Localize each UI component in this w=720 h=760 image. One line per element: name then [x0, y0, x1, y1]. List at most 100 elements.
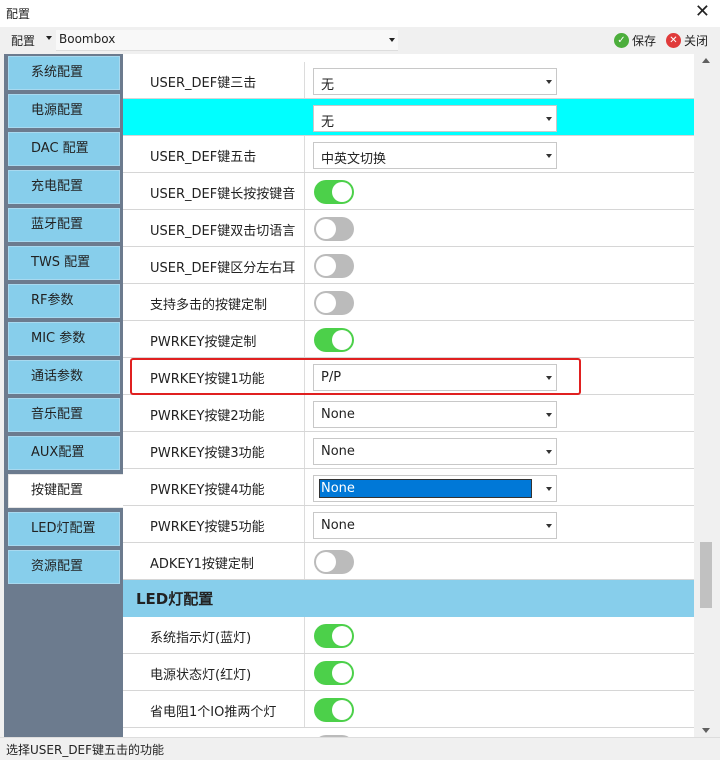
sidebar-item-label: MIC 参数 — [31, 331, 86, 346]
setting-toggle[interactable] — [314, 217, 354, 241]
combo-value: None — [321, 481, 355, 496]
sidebar-item-resources[interactable]: 资源配置 — [8, 550, 120, 584]
setting-label: PWRKEY按键4功能 — [150, 483, 265, 498]
setting-row: USER_DEF键长按按键音 — [123, 173, 694, 210]
toolbar: 配置 Boombox ✓ 保存 ✕ 关闭 — [0, 27, 720, 53]
sidebar-item-charge[interactable]: 充电配置 — [8, 170, 120, 204]
setting-label: PWRKEY按键定制 — [150, 335, 257, 350]
setting-combo[interactable]: None — [313, 512, 557, 539]
setting-row: USER_DEF键区分左右耳 — [123, 247, 694, 284]
setting-label: 省电阻1个IO推两个灯 — [150, 705, 277, 720]
setting-label: PWRKEY按键3功能 — [150, 446, 265, 461]
setting-label: 支持多击的按键定制 — [150, 298, 268, 313]
chevron-down-icon — [546, 524, 552, 528]
status-bar: 选择USER_DEF键五击的功能 — [0, 737, 720, 760]
combo-value: 无 — [321, 78, 335, 93]
setting-label: 电源状态灯(红灯) — [150, 668, 252, 683]
setting-row: PWRKEY按键定制 — [123, 321, 694, 358]
setting-row: 省电阻1个IO推两个灯 — [123, 691, 694, 728]
setting-row: 系统指示灯(蓝灯) — [123, 617, 694, 654]
save-label: 保存 — [632, 33, 657, 48]
setting-toggle[interactable] — [314, 180, 354, 204]
setting-toggle[interactable] — [314, 661, 354, 685]
sidebar-item-aux[interactable]: AUX配置 — [8, 436, 120, 470]
section-header-led: LED灯配置 — [123, 580, 694, 617]
setting-toggle[interactable] — [314, 624, 354, 648]
combo-value: 中英文切换 — [321, 152, 387, 167]
chevron-down-icon — [546, 80, 552, 84]
sidebar-item-label: 电源配置 — [31, 103, 84, 118]
setting-toggle[interactable] — [314, 328, 354, 352]
close-button[interactable]: ✕ 关闭 — [666, 30, 708, 50]
sidebar-item-rf[interactable]: RF参数 — [8, 284, 120, 318]
status-text: 选择USER_DEF键五击的功能 — [6, 743, 165, 757]
check-icon: ✓ — [614, 32, 629, 48]
chevron-down-icon — [546, 450, 552, 454]
chevron-down-icon — [546, 487, 552, 491]
combo-value: None — [321, 444, 355, 459]
config-menu-dropdown[interactable]: 配置 — [6, 30, 54, 50]
setting-label: USER_DEF键五击 — [150, 150, 257, 165]
sidebar-item-label: 资源配置 — [31, 559, 84, 574]
section-title: LED灯配置 — [136, 590, 214, 608]
highlight-callout — [130, 358, 581, 395]
setting-label: PWRKEY按键2功能 — [150, 409, 265, 424]
setting-combo[interactable]: 无 — [313, 68, 557, 95]
sidebar-item-dac[interactable]: DAC 配置 — [8, 132, 120, 166]
window-title: 配置 — [6, 7, 31, 21]
config-menu-label: 配置 — [11, 34, 36, 48]
setting-row: PWRKEY按键4功能 None — [123, 469, 694, 506]
setting-toggle[interactable] — [314, 698, 354, 722]
scroll-up-icon[interactable] — [702, 58, 710, 63]
scroll-down-icon[interactable] — [702, 728, 710, 733]
chevron-down-icon — [46, 36, 52, 40]
setting-row: PWRKEY按键5功能 None — [123, 506, 694, 543]
profile-value: Boombox — [59, 32, 116, 46]
close-icon: ✕ — [666, 32, 681, 48]
window-close-icon[interactable]: ✕ — [695, 2, 710, 22]
chevron-down-icon — [546, 413, 552, 417]
setting-toggle[interactable] — [314, 550, 354, 574]
sidebar-item-label: 充电配置 — [31, 179, 84, 194]
setting-combo[interactable]: 中英文切换 — [313, 142, 557, 169]
profile-dropdown[interactable]: Boombox — [56, 30, 398, 51]
sidebar-item-system[interactable]: 系统配置 — [8, 56, 120, 90]
setting-toggle[interactable] — [314, 291, 354, 315]
setting-label: PWRKEY按键5功能 — [150, 520, 265, 535]
settings-panel: USER_DEF键三击 无 无 USER_DEF键五击 中英文切换 USER_D… — [123, 54, 694, 737]
setting-combo[interactable]: 无 — [313, 105, 557, 132]
sidebar-item-led[interactable]: LED灯配置 — [8, 512, 120, 546]
sidebar-item-label: 系统配置 — [31, 65, 84, 80]
sidebar-item-label: LED灯配置 — [31, 521, 96, 536]
setting-label: USER_DEF键长按按键音 — [150, 187, 296, 202]
title-bar: 配置 ✕ — [0, 0, 720, 27]
setting-label: USER_DEF键区分左右耳 — [150, 261, 296, 276]
sidebar-item-bluetooth[interactable]: 蓝牙配置 — [8, 208, 120, 242]
setting-combo[interactable]: None — [313, 401, 557, 428]
sidebar-item-keys[interactable]: 按键配置 — [8, 474, 124, 508]
vertical-scrollbar[interactable] — [694, 54, 718, 737]
sidebar-item-call[interactable]: 通话参数 — [8, 360, 120, 394]
sidebar-item-power[interactable]: 电源配置 — [8, 94, 120, 128]
setting-combo-focused[interactable]: None — [313, 475, 557, 502]
chevron-down-icon — [546, 154, 552, 158]
setting-combo[interactable]: None — [313, 438, 557, 465]
setting-label: 系统指示灯(蓝灯) — [150, 631, 252, 646]
setting-label: USER_DEF键三击 — [150, 76, 257, 91]
sidebar: 系统配置 电源配置 DAC 配置 充电配置 蓝牙配置 TWS 配置 RF参数 M… — [4, 54, 124, 737]
save-button[interactable]: ✓ 保存 — [614, 30, 656, 50]
sidebar-item-label: RF参数 — [31, 293, 74, 308]
combo-value: None — [321, 518, 355, 533]
setting-label: USER_DEF键双击切语言 — [150, 224, 296, 239]
setting-toggle[interactable] — [314, 254, 354, 278]
scroll-thumb[interactable] — [700, 542, 712, 608]
sidebar-item-mic[interactable]: MIC 参数 — [8, 322, 120, 356]
setting-row: 支持多击的按键定制 — [123, 284, 694, 321]
sidebar-item-label: DAC 配置 — [31, 141, 89, 156]
setting-row-partial — [123, 728, 694, 737]
sidebar-item-tws[interactable]: TWS 配置 — [8, 246, 120, 280]
setting-row: ADKEY1按键定制 — [123, 543, 694, 580]
sidebar-item-label: AUX配置 — [31, 445, 85, 460]
setting-row: USER_DEF键五击 中英文切换 — [123, 136, 694, 173]
sidebar-item-music[interactable]: 音乐配置 — [8, 398, 120, 432]
